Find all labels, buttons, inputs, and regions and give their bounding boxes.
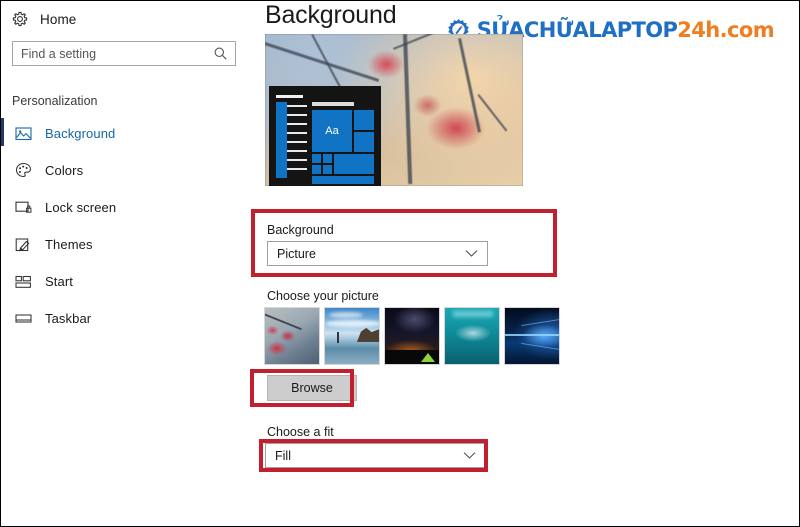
fit-field-label: Choose a fit [267, 425, 334, 439]
choose-picture-label: Choose your picture [267, 289, 379, 303]
sidebar-item-start[interactable]: Start [1, 269, 249, 294]
start-menu-tile [354, 132, 374, 152]
selection-indicator [1, 118, 4, 146]
paintbrush-icon [14, 236, 32, 254]
start-menu-group-label [312, 102, 354, 106]
thumb-beach-rock[interactable] [324, 307, 380, 365]
start-menu-list-row [287, 114, 307, 116]
start-menu-tile [354, 110, 374, 130]
start-menu-tile [334, 154, 374, 174]
start-menu-accent-strip [276, 102, 287, 178]
start-menu-tile [323, 165, 332, 174]
sidebar-item-label: Background [45, 126, 116, 141]
sidebar-item-background[interactable]: Background [1, 118, 249, 146]
sidebar-item-home[interactable]: Home [11, 8, 76, 30]
background-dropdown[interactable]: Picture [267, 241, 488, 266]
thumb-underwater[interactable] [444, 307, 500, 365]
start-menu-tile [323, 154, 332, 163]
start-menu-header-bar [276, 95, 303, 98]
sidebar-item-colors[interactable]: Colors [1, 158, 249, 183]
sidebar-item-themes[interactable]: Themes [1, 232, 249, 257]
sidebar-item-label: Taskbar [45, 311, 92, 326]
sidebar-item-lock-screen[interactable]: Lock screen [1, 195, 249, 220]
sidebar-item-label: Colors [45, 163, 84, 178]
sidebar-item-label: Themes [45, 237, 93, 252]
main-content: Background SỬACHỮALAPTOP24h.com Aa Backg… [249, 1, 799, 526]
lock-screen-icon [14, 199, 32, 217]
start-menu-list-row [287, 150, 307, 152]
thumb-autumn-leaves[interactable] [264, 307, 320, 365]
sidebar-item-label: Start [45, 274, 73, 289]
chevron-down-icon[interactable] [465, 249, 478, 258]
gear-icon [11, 11, 28, 28]
background-dropdown-value: Picture [277, 246, 316, 261]
thumb-night-sky-tent[interactable] [384, 307, 440, 365]
chevron-down-icon[interactable] [463, 451, 476, 460]
start-menu-tile [312, 176, 374, 184]
thumb-cloud [329, 312, 363, 318]
background-field-label: Background [267, 223, 334, 237]
sidebar: Home Find a setting Personalization Back… [1, 1, 249, 526]
sidebar-home-label: Home [40, 11, 77, 27]
start-menu-list-row [287, 141, 307, 143]
start-menu-list-row [287, 105, 307, 107]
settings-window: Home Find a setting Personalization Back… [0, 0, 800, 527]
page-title: Background [265, 1, 397, 29]
thumbnail-image [505, 308, 559, 364]
start-menu-tile-aa: Aa [312, 110, 352, 152]
fit-dropdown-value: Fill [275, 448, 291, 463]
browse-button[interactable]: Browse [267, 375, 357, 401]
sidebar-section-title: Personalization [12, 94, 98, 108]
start-menu-list-row [287, 123, 307, 125]
tile-aa-label: Aa [325, 125, 339, 137]
start-menu-mockup: Aa [269, 86, 381, 186]
start-menu-list-row [287, 168, 307, 170]
start-menu-list-row [287, 132, 307, 134]
picture-icon [14, 125, 32, 143]
fit-dropdown[interactable]: Fill [265, 443, 486, 468]
desktop-preview: Aa [265, 34, 523, 186]
start-menu-tile [312, 165, 321, 174]
palette-icon [14, 162, 32, 180]
start-menu-list-row [287, 159, 307, 161]
search-placeholder-text: Find a setting [21, 46, 97, 61]
search-input[interactable]: Find a setting [12, 41, 236, 66]
start-menu-tile [312, 154, 321, 163]
picture-thumbnail-list [264, 307, 560, 365]
thumb-cloud [325, 320, 379, 327]
thumb-windows-hero[interactable] [504, 307, 560, 365]
sidebar-item-label: Lock screen [45, 200, 117, 215]
thumb-figure [337, 332, 339, 343]
sidebar-item-taskbar[interactable]: Taskbar [1, 306, 249, 331]
start-tiles-icon [14, 273, 32, 291]
thumb-light-ray [453, 311, 493, 317]
thumb-window-line [505, 334, 559, 336]
taskbar-icon [14, 310, 32, 328]
search-icon[interactable] [213, 46, 228, 61]
logo-text-accent: 24h.com [677, 18, 774, 42]
sidebar-nav-list: Background Colors Lock screen Themes Sta… [1, 118, 249, 343]
